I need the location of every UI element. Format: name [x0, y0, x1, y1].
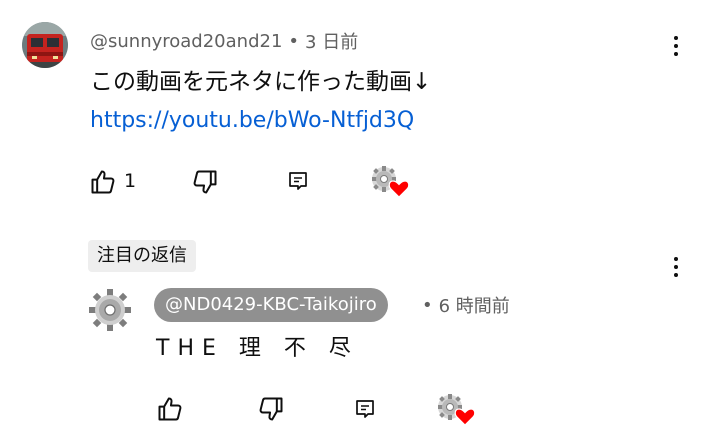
reply-like-button[interactable]	[155, 394, 185, 424]
reply-text: THE 理 不 尽	[156, 336, 359, 361]
meta-separator: •	[288, 30, 300, 52]
comment-meta: @sunnyroad20and21 • 3 日前	[90, 28, 358, 54]
author-avatar[interactable]	[22, 22, 68, 68]
thumbs-down-icon	[259, 397, 283, 421]
comment-more-actions-button[interactable]	[666, 31, 686, 61]
reply-comment-icon	[356, 400, 374, 418]
more-vert-icon-dot	[674, 273, 678, 277]
reply-author-badge[interactable]: @ND0429-KBC-Taikojiro	[154, 288, 388, 322]
more-vert-icon	[674, 257, 678, 261]
creator-heart	[370, 164, 410, 198]
more-vert-icon-dot	[674, 52, 678, 56]
thumbs-up-icon	[158, 397, 182, 421]
comment-link[interactable]: https://youtu.be/bWo-Ntfjd3Q	[90, 106, 414, 136]
like-button[interactable]	[88, 167, 118, 197]
creator-heart-icon	[372, 166, 410, 198]
dislike-button[interactable]	[190, 167, 220, 197]
reply-reply-button[interactable]	[351, 395, 379, 423]
reply-time[interactable]: 6 時間前	[439, 292, 510, 318]
pinned-reply-label: 注目の返信	[88, 240, 196, 272]
reply-comment-icon	[289, 172, 307, 190]
reply-button[interactable]	[284, 167, 312, 195]
like-count: 1	[124, 170, 137, 192]
more-vert-icon-dot	[674, 44, 678, 48]
creator-heart-icon	[438, 394, 476, 426]
reply-more-actions-button[interactable]	[666, 252, 686, 282]
more-vert-icon-dot	[674, 265, 678, 269]
meta-separator: •	[422, 294, 433, 316]
train-avatar-image	[22, 22, 68, 68]
reply-dislike-button[interactable]	[256, 394, 286, 424]
thumbs-down-icon	[193, 170, 217, 194]
more-vert-icon	[674, 36, 678, 40]
reply-meta: • 6 時間前	[418, 290, 510, 320]
thumbs-up-icon	[91, 170, 115, 194]
comment-time[interactable]: 3 日前	[305, 28, 358, 54]
gear-avatar-image	[86, 286, 134, 334]
comment-text: この動画を元ネタに作った動画↓	[90, 69, 432, 95]
reply-author-avatar[interactable]	[86, 286, 134, 334]
comment-author[interactable]: @sunnyroad20and21	[90, 31, 282, 52]
reply-creator-heart	[436, 392, 476, 426]
